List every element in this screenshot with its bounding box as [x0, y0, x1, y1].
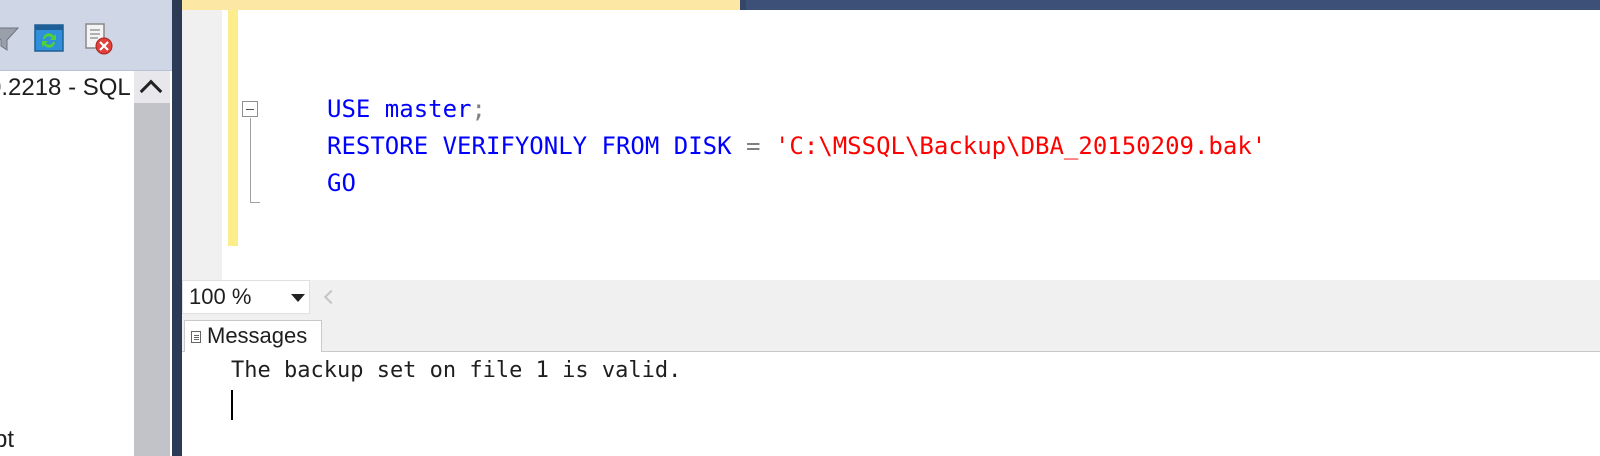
server-node[interactable]: 0.2218 - SQL	[0, 72, 133, 104]
stop-refresh-icon[interactable]	[80, 18, 114, 56]
tab-messages[interactable]: Messages	[184, 320, 322, 352]
panel-splitter[interactable]	[172, 0, 182, 456]
code-token: USE master	[327, 95, 472, 123]
tab-messages-label: Messages	[207, 323, 308, 348]
code-token: RESTORE VERIFYONLY FROM DISK	[327, 132, 747, 160]
text-cursor	[231, 390, 233, 420]
chevron-down-icon	[291, 294, 305, 302]
object-explorer-panel: 0.2218 - SQL pt	[0, 0, 172, 456]
query-editor[interactable]: USE master; RESTORE VERIFYONLY FROM DISK…	[182, 10, 1600, 280]
code-token: 'C:\MSSQL\Backup\DBA_20150209.bak'	[774, 132, 1267, 160]
change-tracking-bar	[228, 10, 238, 246]
vertical-scrollbar[interactable]	[134, 71, 170, 456]
tree-node[interactable]: pt	[0, 426, 14, 454]
object-explorer-toolbar	[0, 0, 172, 71]
zoom-value: 100 %	[189, 284, 252, 309]
chevron-up-icon	[139, 79, 163, 103]
results-tabbar: Messages	[182, 316, 1600, 352]
scroll-left-button[interactable]	[322, 286, 339, 308]
chevron-left-icon	[323, 289, 339, 305]
code-token: =	[746, 132, 775, 160]
code-line: RESTORE VERIFYONLY FROM DISK = 'C:\MSSQL…	[327, 128, 1266, 164]
editor-margin	[182, 10, 222, 280]
zoom-dropdown[interactable]: 100 %	[182, 280, 310, 314]
code-token: GO	[327, 169, 356, 197]
tab-query-inactive[interactable]	[746, 0, 1600, 10]
message-text: The backup set on file 1 is valid.	[231, 358, 682, 383]
filter-icon[interactable]	[0, 18, 22, 56]
messages-icon	[191, 331, 201, 343]
tab-query-active[interactable]	[182, 0, 740, 10]
scroll-up-button[interactable]	[134, 71, 170, 103]
document-tab-strip	[182, 0, 1600, 10]
zoom-bar: 100 %	[182, 280, 1600, 316]
results-pane: Messages The backup set on file 1 is val…	[182, 316, 1600, 456]
code-token: ;	[471, 95, 486, 123]
code-line: GO	[327, 165, 356, 201]
code-line: USE master;	[327, 91, 486, 127]
collapse-minus-icon[interactable]	[242, 101, 258, 117]
outline-end	[250, 202, 260, 203]
refresh-icon[interactable]	[32, 18, 66, 56]
outline-line	[250, 118, 251, 202]
